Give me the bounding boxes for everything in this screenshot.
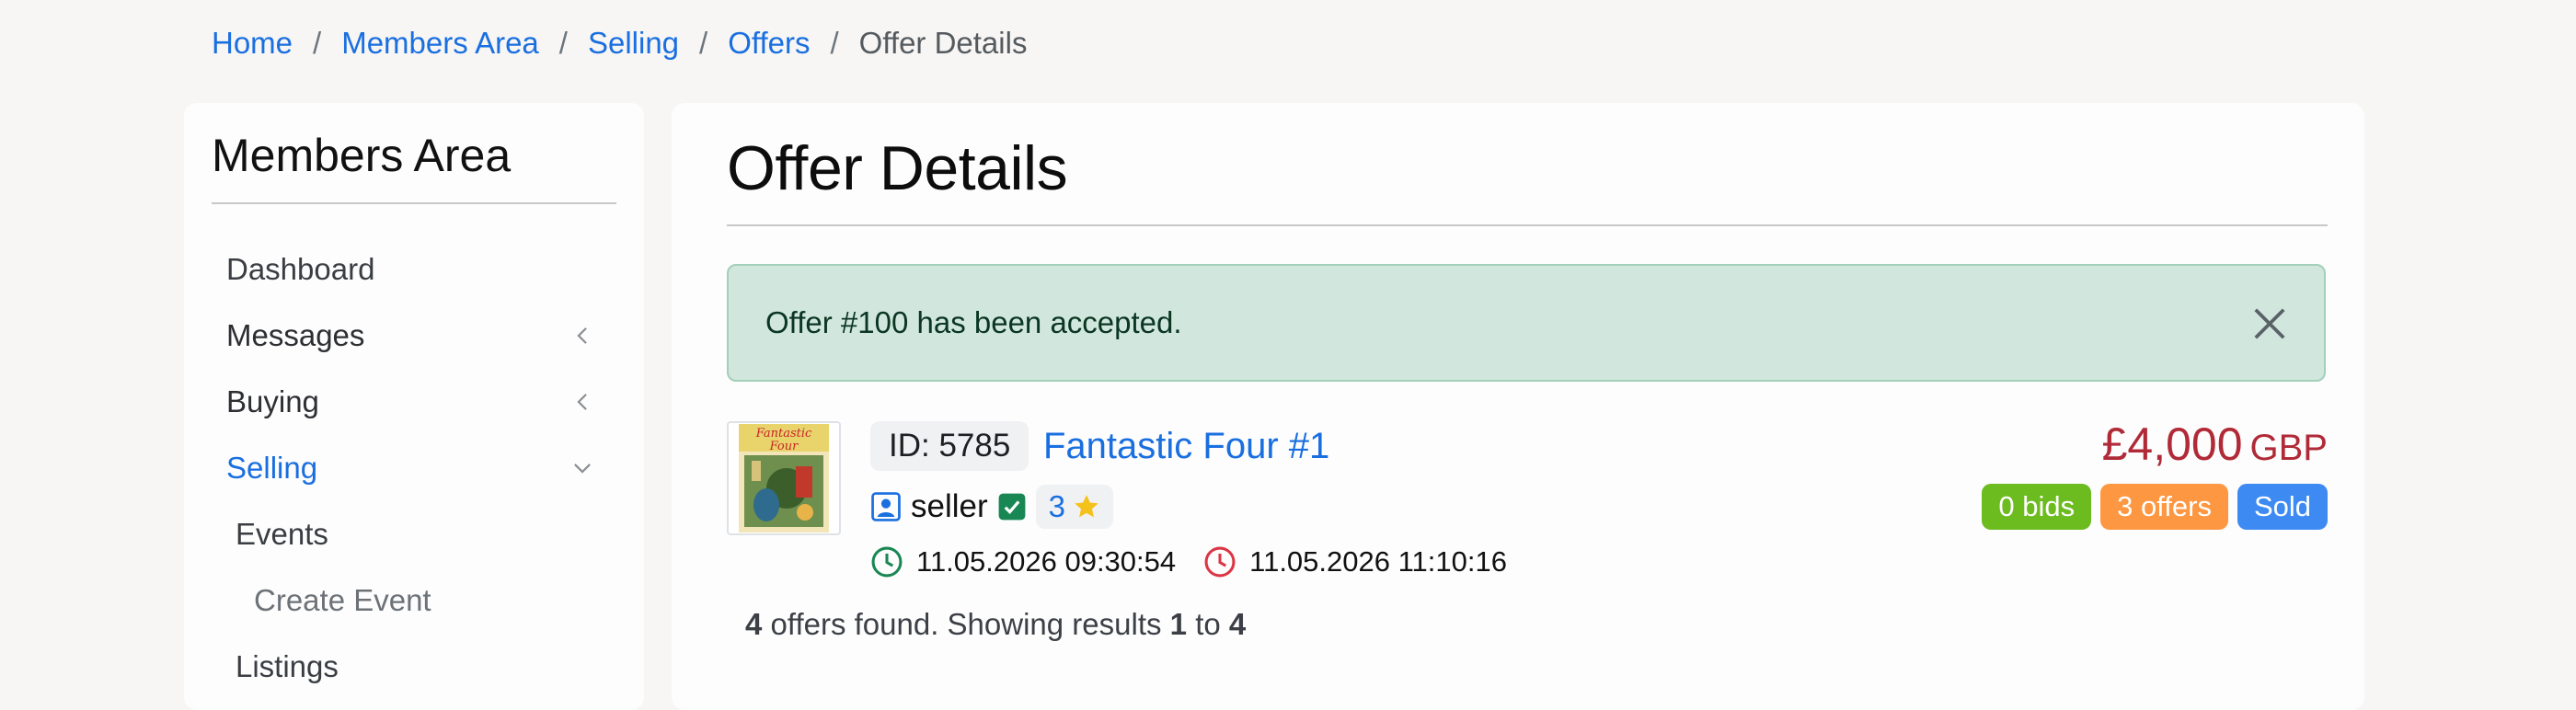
results-from: 1	[1169, 607, 1188, 641]
chevron-left-icon	[577, 394, 587, 410]
page-title: Offer Details	[727, 133, 1068, 203]
seller-name-link[interactable]: seller	[911, 488, 988, 525]
sidebar-item-label: Selling	[226, 451, 318, 485]
breadcrumb-separator: /	[313, 26, 322, 60]
sidebar-subitem-create-event[interactable]: Create Event	[254, 583, 431, 618]
seller-info: seller 3	[870, 484, 1113, 530]
start-date: 11.05.2026 09:30:54	[916, 545, 1177, 578]
main-content: Offer Details Offer #100 has been accept…	[672, 103, 2364, 710]
chevron-down-icon	[574, 464, 591, 474]
breadcrumb-selling[interactable]: Selling	[588, 26, 679, 61]
price-amount: £4,000	[2101, 418, 2243, 470]
end-date: 11.05.2026 11:10:16	[1249, 545, 1507, 578]
user-profile-icon	[871, 492, 901, 521]
breadcrumb-members-area[interactable]: Members Area	[341, 26, 539, 61]
chevron-left-icon	[577, 327, 587, 344]
sidebar-item-label: Messages	[226, 318, 365, 352]
sidebar-subitem-events[interactable]: Events	[236, 517, 328, 552]
sidebar-item-label: Dashboard	[226, 252, 375, 286]
status-badge: Sold	[2237, 484, 2328, 530]
results-text: to	[1187, 607, 1229, 641]
offers-badge: 3 offers	[2100, 484, 2228, 530]
breadcrumb-separator: /	[830, 26, 839, 60]
price-currency: GBP	[2249, 428, 2328, 468]
breadcrumb-separator: /	[699, 26, 708, 60]
breadcrumb-separator: /	[558, 26, 568, 60]
results-summary: 4 offers found. Showing results 1 to 4	[745, 607, 1246, 642]
cover-title-line2: Four	[769, 440, 799, 453]
success-alert: Offer #100 has been accepted.	[727, 264, 2326, 382]
sidebar-title: Members Area	[212, 130, 512, 181]
title-divider	[727, 224, 2328, 226]
bids-badge: 0 bids	[1982, 484, 2092, 530]
comic-cover-image: Fantastic Four	[739, 424, 829, 532]
star-icon	[1075, 495, 1098, 518]
verified-check-icon	[998, 493, 1026, 521]
sidebar-item-selling[interactable]: Selling	[226, 451, 594, 486]
cover-title-line1: Fantastic	[755, 427, 812, 441]
breadcrumb-current: Offer Details	[858, 26, 1028, 60]
sidebar-item-buying[interactable]: Buying	[226, 384, 594, 419]
results-to: 4	[1228, 607, 1247, 641]
sidebar-item-listings[interactable]: Listings	[236, 649, 339, 684]
breadcrumb-home[interactable]: Home	[212, 26, 293, 61]
sidebar-item-messages[interactable]: Messages	[226, 318, 594, 353]
results-count: 4	[745, 607, 763, 641]
sidebar: Members Area Dashboard Messages Buying S…	[184, 103, 644, 710]
sidebar-divider	[212, 202, 616, 204]
results-text: offers found. Showing results	[762, 607, 1170, 641]
listing-thumbnail[interactable]: Fantastic Four	[727, 421, 841, 535]
rating-value: 3	[1048, 489, 1065, 523]
seller-rating-badge[interactable]: 3	[1035, 485, 1113, 529]
clock-end-icon	[1204, 546, 1236, 578]
listing-dates: 11.05.2026 09:30:54 11.05.2026 11:10:16	[870, 539, 1507, 585]
sidebar-item-label: Buying	[226, 384, 319, 418]
sidebar-item-dashboard[interactable]: Dashboard	[226, 252, 594, 287]
breadcrumb: Home / Members Area / Selling / Offers /…	[212, 20, 1027, 66]
clock-start-icon	[871, 546, 903, 578]
alert-message: Offer #100 has been accepted.	[765, 305, 1182, 339]
close-icon[interactable]	[2252, 306, 2287, 341]
listing-id-badge: ID: 5785	[870, 421, 1029, 471]
listing-price: £4,000 GBP	[2102, 418, 2328, 471]
listing-badges: 0 bids 3 offers Sold	[1982, 484, 2328, 530]
listing-title-link[interactable]: Fantastic Four #1	[1043, 421, 1329, 471]
breadcrumb-offers[interactable]: Offers	[728, 26, 810, 61]
